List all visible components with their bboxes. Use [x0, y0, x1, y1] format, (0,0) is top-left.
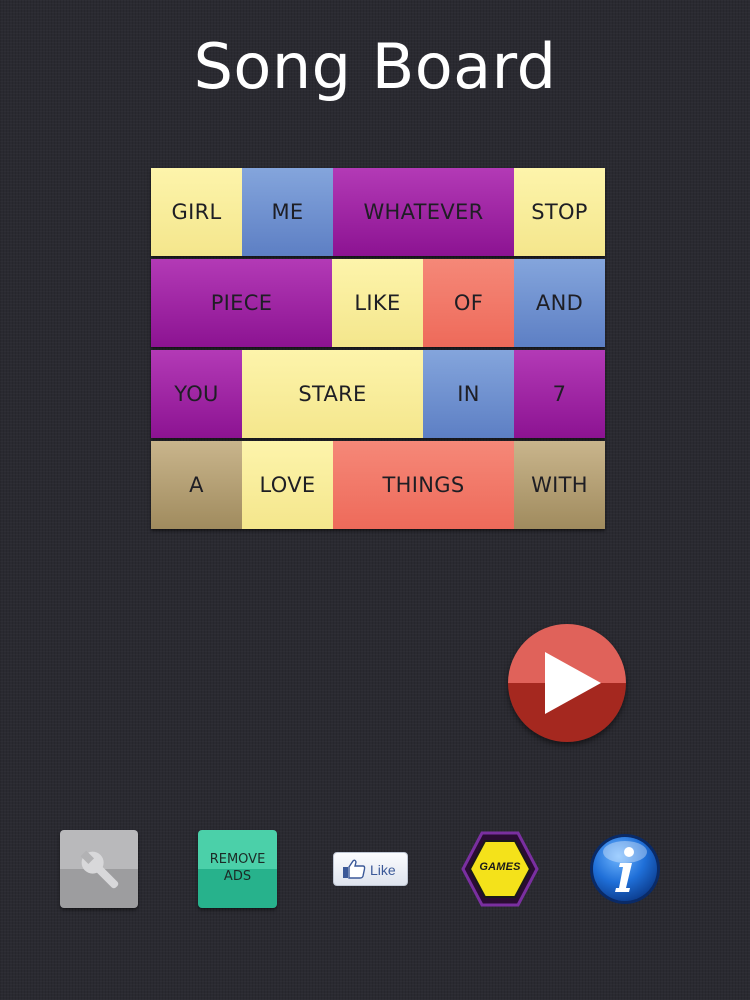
word-tile[interactable]: WITH: [514, 441, 605, 529]
games-button[interactable]: GAMES: [460, 830, 540, 908]
board-row: A LOVE THINGS WITH: [151, 441, 605, 529]
word-tile[interactable]: A: [151, 441, 242, 529]
info-button[interactable]: [588, 832, 662, 906]
word-tile[interactable]: LIKE: [332, 259, 423, 347]
word-tile[interactable]: STARE: [242, 350, 423, 438]
board-row: GIRL ME WHATEVER STOP: [151, 168, 605, 256]
thumbs-up-icon: [343, 859, 366, 879]
settings-button[interactable]: [60, 830, 138, 908]
word-tile[interactable]: IN: [423, 350, 514, 438]
word-tile[interactable]: LOVE: [242, 441, 333, 529]
board-row: YOU STARE IN 7: [151, 350, 605, 438]
word-tile[interactable]: YOU: [151, 350, 242, 438]
word-tile[interactable]: THINGS: [333, 441, 514, 529]
play-button[interactable]: [508, 624, 626, 742]
word-tile[interactable]: ME: [242, 168, 333, 256]
play-icon: [545, 652, 601, 714]
remove-ads-label-line2: ADS: [223, 869, 252, 884]
info-icon: [590, 834, 660, 904]
board-row: PIECE LIKE OF AND: [151, 259, 605, 347]
wrench-icon: [80, 850, 119, 889]
remove-ads-button[interactable]: REMOVE ADS: [198, 830, 277, 908]
word-tile[interactable]: AND: [514, 259, 605, 347]
word-tile[interactable]: WHATEVER: [333, 168, 514, 256]
like-button[interactable]: Like: [333, 852, 408, 886]
like-label: Like: [370, 862, 396, 878]
word-tile[interactable]: OF: [423, 259, 514, 347]
page-title: Song Board: [193, 30, 557, 103]
word-board: GIRL ME WHATEVER STOP PIECE LIKE OF AND …: [151, 168, 605, 529]
word-tile[interactable]: PIECE: [151, 259, 332, 347]
games-label: GAMES: [479, 861, 521, 873]
word-tile[interactable]: 7: [514, 350, 605, 438]
remove-ads-label-line1: REMOVE: [209, 852, 266, 867]
word-tile[interactable]: GIRL: [151, 168, 242, 256]
word-tile[interactable]: STOP: [514, 168, 605, 256]
